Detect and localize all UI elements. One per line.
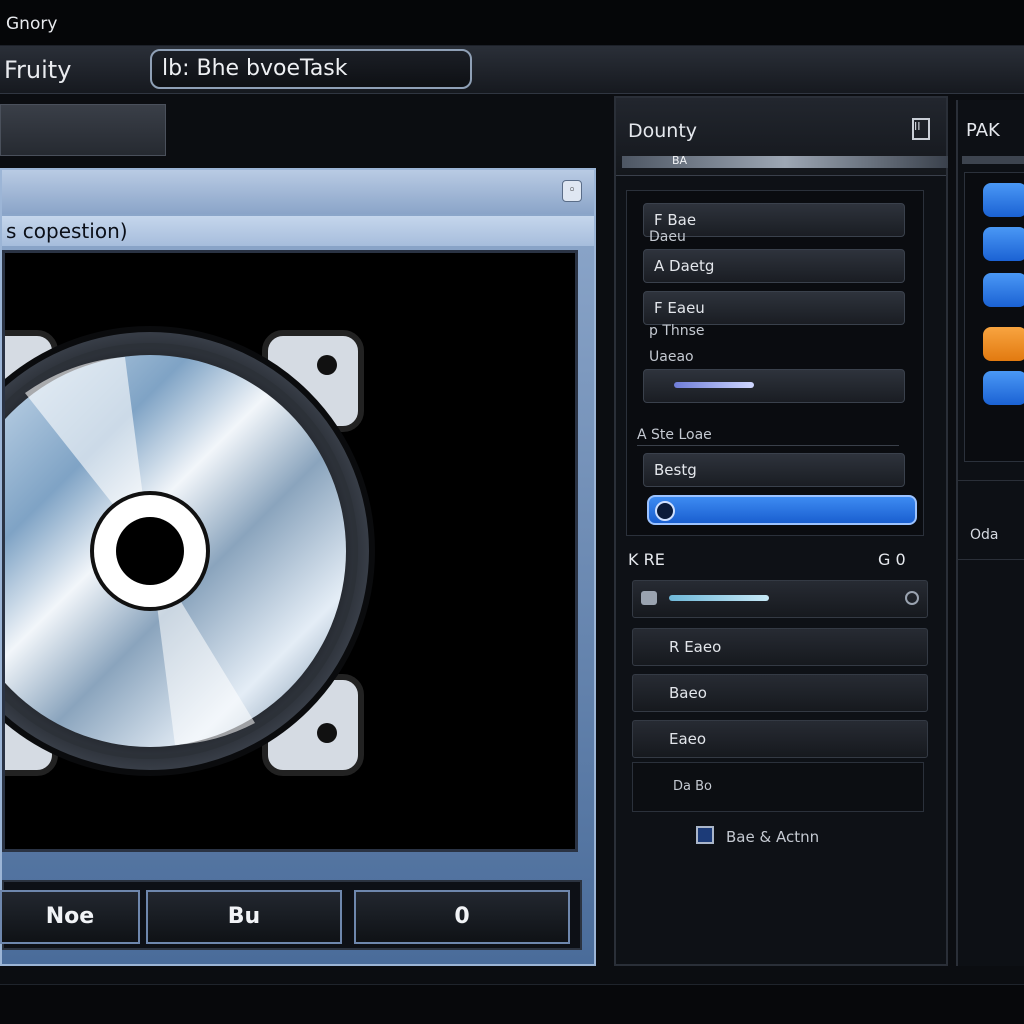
properties-panel: Dounty II BA F Bae Daeu A Daetg F Eaeu p… bbox=[614, 96, 948, 966]
far-right-panel: PAK Oda bbox=[956, 100, 1024, 966]
properties-title: Dounty bbox=[628, 120, 698, 142]
far-button-4[interactable] bbox=[983, 327, 1024, 361]
control-button-2[interactable]: Bu bbox=[146, 890, 342, 944]
properties-header: Dounty II BA bbox=[616, 98, 948, 176]
far-panel-divider bbox=[962, 156, 1024, 164]
option-checkbox-label: Bae & Actnn bbox=[726, 828, 820, 846]
far-button-2[interactable] bbox=[983, 227, 1024, 261]
toolbar-app-label[interactable]: Fruity bbox=[0, 52, 140, 88]
setting-label-3: Uaeao bbox=[649, 349, 694, 365]
selected-option[interactable] bbox=[647, 495, 917, 525]
control-row: Noe Bu 0 bbox=[0, 880, 582, 950]
disc-viewer bbox=[2, 250, 578, 852]
toolbar: Fruity lb: Bhe bvoeTask bbox=[0, 46, 1024, 94]
radio-selected-icon[interactable] bbox=[655, 501, 675, 521]
far-panel-lower: Oda bbox=[958, 480, 1024, 560]
setting-field-2[interactable]: A Daetg bbox=[643, 249, 905, 283]
info-box bbox=[0, 104, 166, 156]
status-bar bbox=[0, 984, 1024, 1024]
slider-field[interactable] bbox=[643, 369, 905, 403]
control-button-1[interactable]: Noe bbox=[0, 890, 140, 944]
far-button-5[interactable] bbox=[983, 371, 1024, 405]
close-icon[interactable]: ◦ bbox=[562, 180, 582, 202]
main-panel: ◦ s copestion) Noe Bu 0 bbox=[0, 168, 596, 966]
option-checkbox[interactable] bbox=[696, 826, 714, 844]
setting-label-2: p Thnse bbox=[649, 323, 705, 339]
section-2-title: K RE bbox=[628, 550, 665, 569]
main-panel-header: ◦ bbox=[2, 170, 594, 214]
list-item-2[interactable]: R Eaeo bbox=[632, 628, 928, 666]
section-2-value: G 0 bbox=[878, 550, 906, 569]
pin-icon[interactable]: II bbox=[912, 118, 930, 140]
path-field[interactable]: lb: Bhe bvoeTask bbox=[150, 49, 472, 89]
setting-field-4[interactable]: Bestg bbox=[643, 453, 905, 487]
far-button-1[interactable] bbox=[983, 183, 1024, 217]
settings-group: F Bae Daeu A Daetg F Eaeu p Thnse Uaeao … bbox=[626, 190, 924, 536]
list-item-1[interactable] bbox=[632, 580, 928, 618]
window-title: Gnory bbox=[6, 14, 58, 34]
far-button-3[interactable] bbox=[983, 273, 1024, 307]
list-item-3[interactable]: Baeo bbox=[632, 674, 928, 712]
title-bar: Gnory bbox=[0, 0, 1024, 46]
item-icon bbox=[641, 591, 657, 605]
properties-tab[interactable]: BA bbox=[622, 154, 948, 168]
app-window: Gnory Fruity lb: Bhe bvoeTask ◦ s copest… bbox=[0, 0, 1024, 1024]
control-button-3[interactable]: 0 bbox=[354, 890, 570, 944]
slider-fill[interactable] bbox=[674, 382, 754, 388]
section-2-group: R Eaeo Baeo Eaeo Da Bo bbox=[632, 572, 928, 812]
progress-fill bbox=[669, 595, 769, 601]
setting-sublabel: A Ste Loae bbox=[637, 427, 899, 446]
list-item-4[interactable]: Eaeo bbox=[632, 720, 928, 758]
far-panel-title: PAK bbox=[966, 120, 1000, 141]
list-item-sub: Da Bo bbox=[632, 762, 924, 812]
main-caption: s copestion) bbox=[2, 216, 594, 246]
item-end-icon[interactable] bbox=[905, 591, 919, 605]
properties-tab-label: BA bbox=[672, 154, 688, 167]
setting-field-3[interactable]: F Eaeu bbox=[643, 291, 905, 325]
far-button-group bbox=[964, 172, 1024, 462]
disc-icon bbox=[5, 326, 375, 776]
setting-label-1: Daeu bbox=[649, 229, 686, 245]
